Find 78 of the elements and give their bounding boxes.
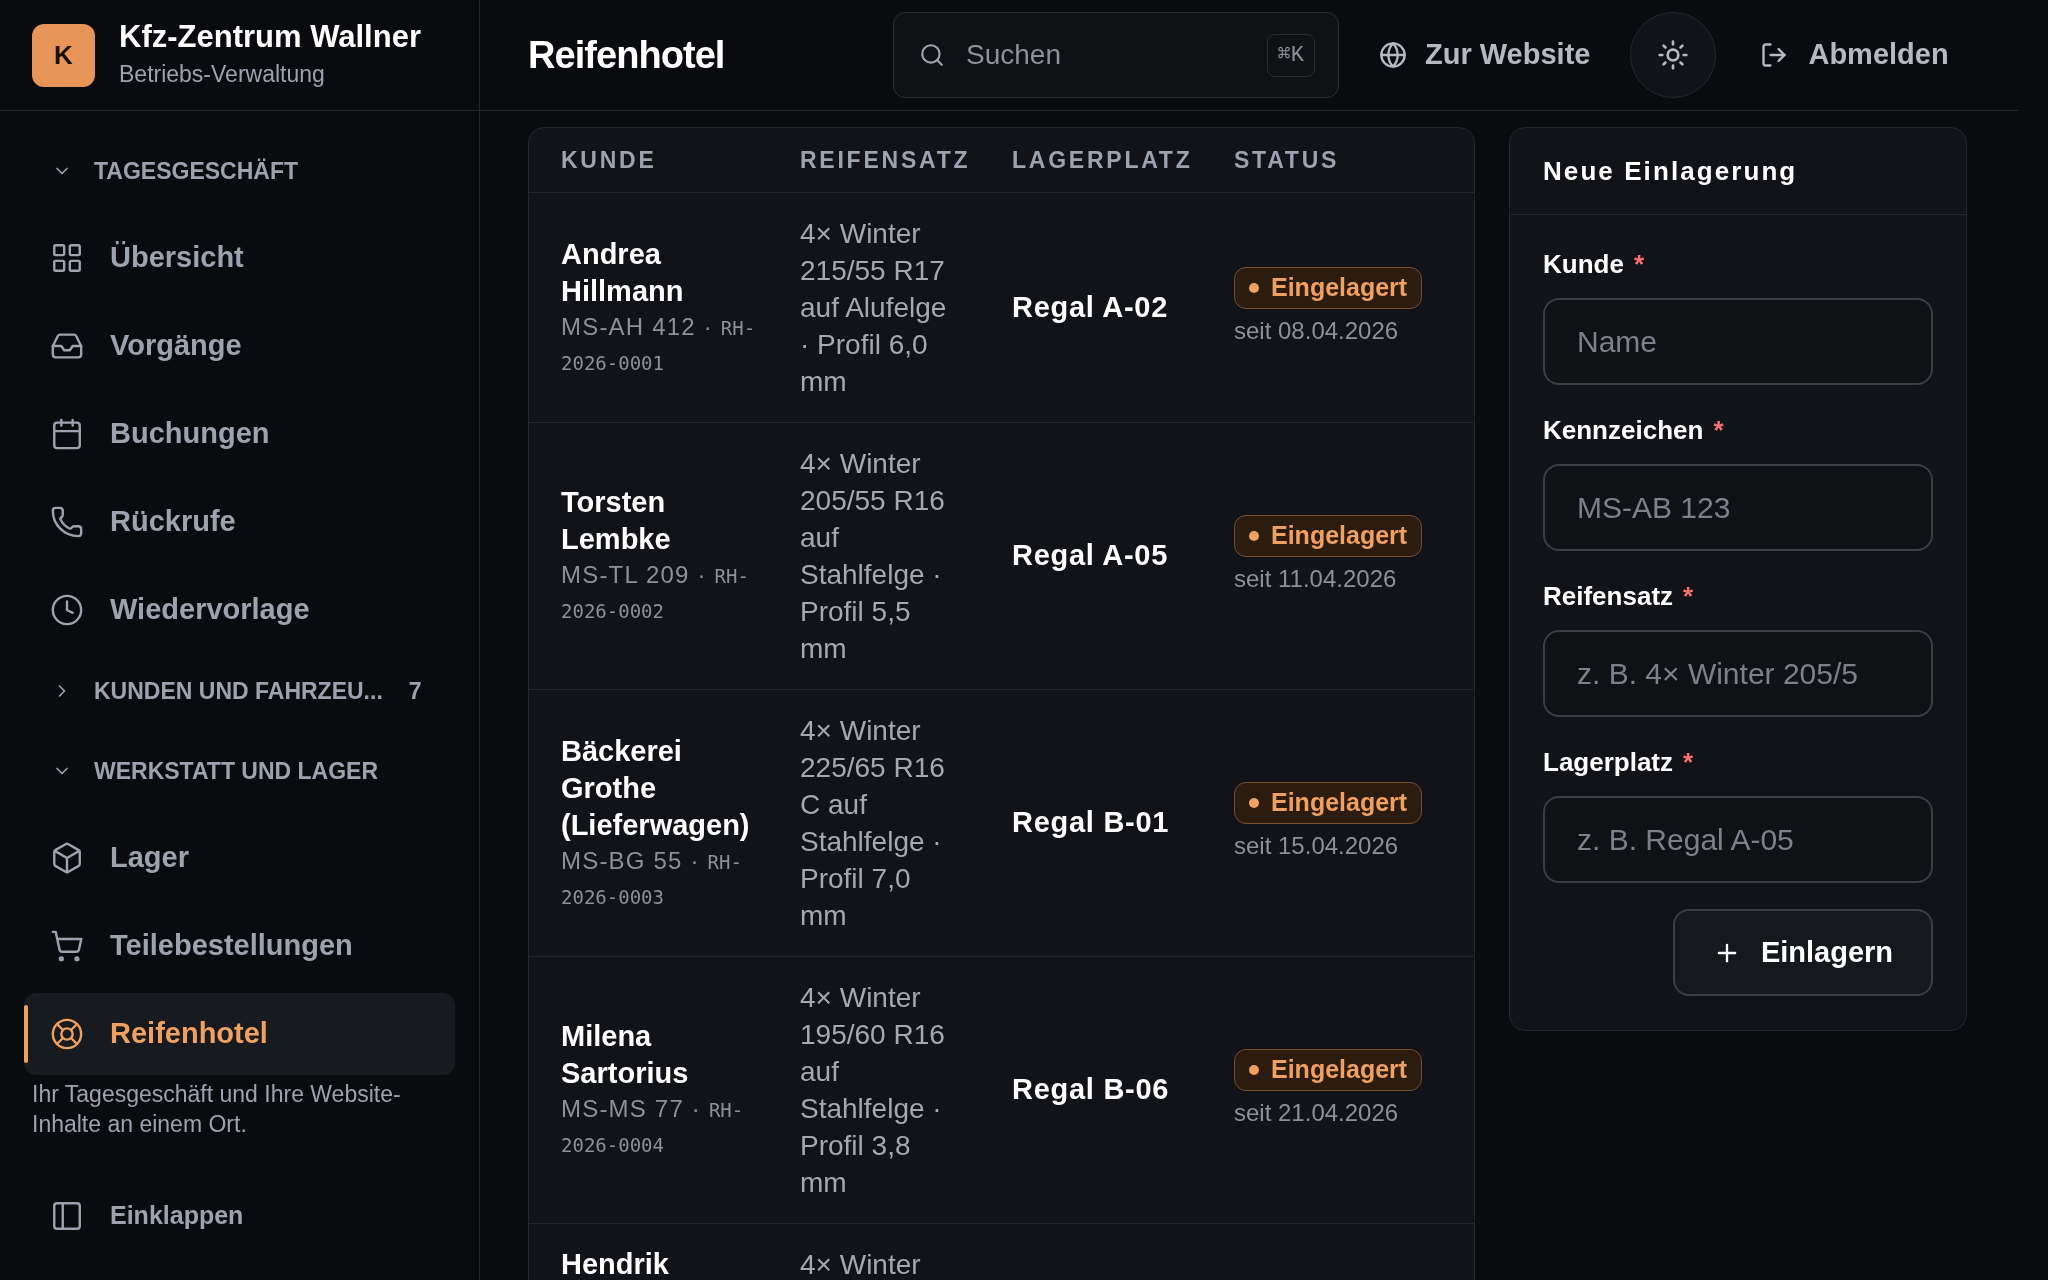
plate-and-reference: MS-AH 412 · RH-2026-0001 <box>561 311 757 376</box>
required-mark: * <box>1683 580 1694 613</box>
tire-set: 4× Winter 195/60 R16 auf Stahlfelge · Profil 3,8 mm <box>800 981 946 1200</box>
page-title: Reifenhotel <box>528 32 726 78</box>
stored-since: seit 11.04.2026 <box>1234 564 1397 594</box>
tire-set: 4× Winter 225/65 R16 C auf Stahlfelge · Profil 7,0 mm <box>800 714 946 933</box>
plate-and-reference: MS-TL 209 · RH-2026-0002 <box>561 560 750 624</box>
sidebar-item[interactable]: Übersicht <box>24 217 455 299</box>
section-header[interactable]: TAGESGESCHÄFT <box>24 131 455 211</box>
tire-set: 4× Winter 215/55 R17 auf Alufelge · Profil 6,0 mm <box>800 217 948 399</box>
status-badge: Eingelagert <box>1234 1049 1423 1091</box>
globe-icon <box>1379 41 1407 69</box>
sidebar-description: Ihr Tagesgeschäft und Ihre Website-Inhalte an einem Ort. <box>31 1080 402 1139</box>
sidebar-item[interactable]: Reifenhotel <box>24 993 455 1075</box>
stored-since: seit 15.04.2026 <box>1234 831 1399 861</box>
column-header: STATUS <box>1234 145 1341 175</box>
sun-icon <box>1657 39 1690 71</box>
clock-icon <box>50 593 84 627</box>
plate-and-reference: MS-BG 55 · RH-2026-0003 <box>561 845 743 910</box>
website-link[interactable]: Zur Website <box>1379 33 1591 77</box>
brand-subtitle: Betriebs-Verwaltung <box>119 60 326 90</box>
status-badge: Eingelagert <box>1234 266 1423 309</box>
stored-since: seit 08.04.2026 <box>1234 315 1399 346</box>
submit-button[interactable]: Einlagern <box>1673 909 1933 996</box>
customer-name: Andrea Hillmann <box>561 236 685 309</box>
shortcut-key: ⌘K <box>1266 34 1315 77</box>
customer-name: Torsten Lembke <box>561 485 672 557</box>
customer-name: Bäckerei Grothe (Lieferwagen) <box>561 733 751 843</box>
field-label: Kunde <box>1543 248 1624 281</box>
phone-icon <box>50 505 84 539</box>
required-mark: * <box>1683 746 1694 779</box>
status-badge: Eingelagert <box>1234 782 1423 824</box>
grid-icon <box>50 241 84 275</box>
sidebar-toggle-icon <box>50 1199 84 1233</box>
brand-name: Kfz-Zentrum Wallner <box>119 18 421 57</box>
required-mark: * <box>1633 248 1644 281</box>
sidebar-item[interactable]: Teilebestellungen <box>24 905 455 987</box>
collapse-button[interactable]: Einklappen <box>24 1175 455 1257</box>
section-header[interactable]: WERKSTATT UND LAGER <box>24 731 455 811</box>
column-header: REIFENSATZ <box>800 145 972 175</box>
tire-set: 4× Winter 205/55 R16 auf Stahlfelge · Profil 5,5 mm <box>800 447 946 666</box>
plate-and-reference: MS-MS 77 · RH-2026-0004 <box>561 1094 745 1158</box>
sidebar-item[interactable]: Buchungen <box>24 393 455 475</box>
logout-icon <box>1760 41 1789 69</box>
sidebar-item[interactable]: Lager <box>24 817 455 899</box>
section-count: 7 <box>408 676 422 706</box>
lifebuoy-icon <box>50 1017 84 1051</box>
tire-set: 4× Winter <box>800 1248 922 1280</box>
logout-button[interactable]: Abmelden <box>1760 33 1949 77</box>
search-icon <box>919 42 945 68</box>
column-header: KUNDE <box>560 145 658 175</box>
storage-location: Regal B-06 <box>1012 1073 1170 1106</box>
column-header: LAGERPLATZ <box>1012 145 1194 175</box>
input-field[interactable]: MS-AB 123 <box>1543 464 1933 551</box>
active-indicator <box>24 1005 28 1063</box>
storage-location: Regal A-05 <box>1012 539 1169 572</box>
sidebar-item[interactable]: Rückrufe <box>24 481 455 563</box>
field-label: Reifensatz <box>1543 580 1674 613</box>
field-label: Lagerplatz <box>1543 746 1674 779</box>
input-field[interactable]: z. B. Regal A-05 <box>1543 796 1933 883</box>
stored-since: seit 21.04.2026 <box>1234 1098 1399 1128</box>
input-field[interactable]: Name <box>1543 298 1933 385</box>
sidebar-item[interactable]: Wiedervorlage <box>24 569 455 651</box>
storage-location: Regal B-01 <box>1012 806 1170 839</box>
storage-location: Regal A-02 <box>1012 290 1169 323</box>
form-title: Neue Einlagerung <box>1510 128 1966 215</box>
customer-name: Hendrik <box>561 1247 670 1280</box>
cart-icon <box>50 929 84 963</box>
box-icon <box>50 841 84 875</box>
customer-name: Milena Sartorius <box>561 1019 690 1091</box>
calendar-icon <box>50 417 84 451</box>
field-label: Kennzeichen <box>1543 414 1704 447</box>
required-mark: * <box>1713 414 1724 447</box>
section-header[interactable]: KUNDEN UND FAHRZEU... 7 <box>24 651 455 731</box>
sidebar-item[interactable]: Vorgänge <box>24 305 455 387</box>
input-field[interactable]: z. B. 4× Winter 205/5 <box>1543 630 1933 717</box>
brand-avatar: K <box>32 23 95 87</box>
status-badge: Eingelagert <box>1234 515 1423 557</box>
